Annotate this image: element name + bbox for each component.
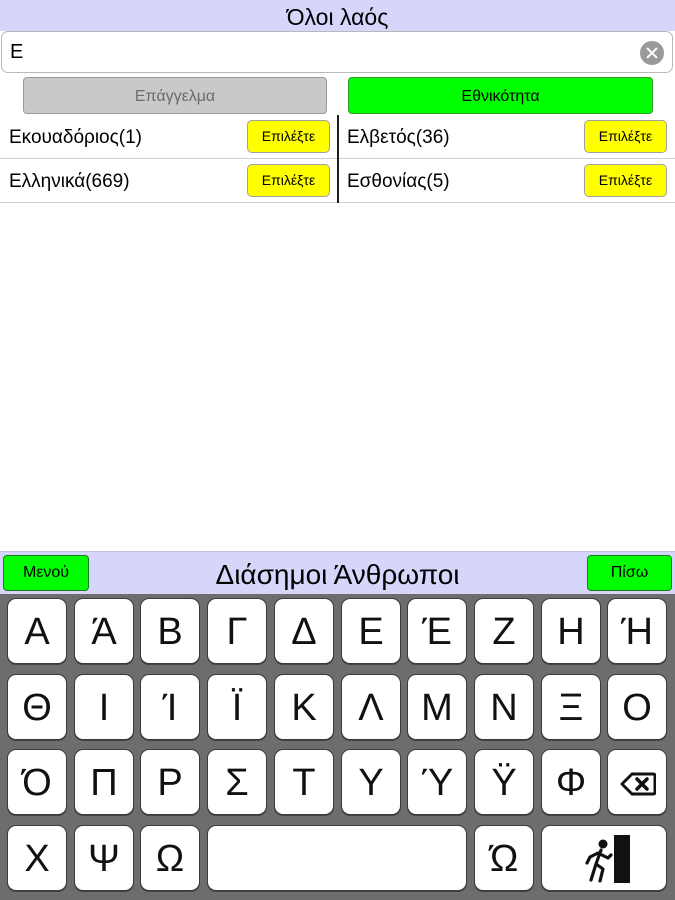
search-input[interactable] (10, 38, 630, 66)
key-letter[interactable]: Ξ (541, 674, 601, 740)
key-label: Τ (292, 762, 316, 804)
select-button[interactable]: Επιλέξτε (247, 164, 330, 197)
key-letter[interactable]: Θ (7, 674, 67, 740)
key-letter[interactable]: Μ (407, 674, 467, 740)
key-label: Ψ (88, 838, 120, 880)
key-letter[interactable]: Ί (140, 674, 200, 740)
select-button[interactable]: Επιλέξτε (584, 120, 667, 153)
keyboard: ΑΆΒ Γ ΔΕΈΖΗΉ Θ Ι Ί Ϊ ΚΛΜΝΞΟ ΌΠΡΣ ΤΥΎΫΦ ΧΨΩ Ώ (0, 594, 675, 900)
space-key[interactable] (207, 825, 467, 891)
key-letter[interactable]: Χ (7, 825, 67, 891)
key-letter[interactable]: Ϊ (207, 674, 267, 740)
clear-icon[interactable] (640, 41, 664, 65)
search-field[interactable] (1, 31, 673, 73)
list-item: Ελβετός(36) Επιλέξτε (338, 115, 675, 159)
key-label: Β (157, 611, 183, 653)
list-item-label: Ελληνικά(669) (9, 171, 130, 192)
backspace-key[interactable] (607, 749, 667, 815)
back-button[interactable]: Πίσω (587, 555, 672, 591)
key-letter[interactable]: Β (140, 598, 200, 664)
key-label: Ξ (558, 687, 584, 729)
exit-key[interactable] (541, 825, 667, 891)
key-label: Υ (358, 762, 384, 804)
key-letter[interactable]: Ε (341, 598, 401, 664)
key-label: Λ (358, 687, 384, 729)
key-label: Ή (621, 611, 653, 653)
key-label: Έ (422, 611, 452, 653)
key-letter[interactable]: Γ (207, 598, 267, 664)
results-grid: Εκουαδόριος(1) Επιλέξτε Ελβετός(36) Επιλ… (0, 115, 675, 203)
key-label: Ε (358, 611, 384, 653)
key-label: Π (90, 762, 118, 804)
key-letter[interactable]: Α (7, 598, 67, 664)
key-label: Ϊ (231, 687, 243, 729)
key-letter[interactable]: Σ (207, 749, 267, 815)
key-letter[interactable]: Ό (7, 749, 67, 815)
tab-nationality[interactable]: Εθνικότητα (348, 77, 653, 114)
key-letter[interactable]: Ώ (474, 825, 534, 891)
key-letter[interactable]: Ν (474, 674, 534, 740)
key-letter[interactable]: Ά (74, 598, 134, 664)
list-item-label: Εκουαδόριος(1) (9, 127, 142, 148)
key-label: Μ (421, 687, 453, 729)
key-letter[interactable]: Η (541, 598, 601, 664)
key-label: Ά (91, 611, 117, 653)
key-letter[interactable]: Τ (274, 749, 334, 815)
list-item: Ελληνικά(669) Επιλέξτε (0, 159, 337, 203)
key-letter[interactable]: Δ (274, 598, 334, 664)
key-letter[interactable]: Ζ (474, 598, 534, 664)
key-letter[interactable]: Κ (274, 674, 334, 740)
key-letter[interactable]: Υ (341, 749, 401, 815)
key-label: Γ (226, 611, 248, 653)
backspace-icon (620, 772, 656, 796)
list-item: Εκουαδόριος(1) Επιλέξτε (0, 115, 337, 159)
key-label: Ϋ (491, 762, 517, 804)
key-label: Ν (490, 687, 518, 729)
key-label: Κ (291, 687, 317, 729)
key-label: Χ (24, 838, 50, 880)
key-letter[interactable]: Ή (607, 598, 667, 664)
bottom-bar: Διάσημοι Άνθρωποι Μενού Πίσω (0, 551, 675, 594)
key-letter[interactable]: Π (74, 749, 134, 815)
list-item: Εσθονίας(5) Επιλέξτε (338, 159, 675, 203)
key-label: Ο (622, 687, 652, 729)
key-letter[interactable]: Έ (407, 598, 467, 664)
key-letter[interactable]: Ψ (74, 825, 134, 891)
key-label: Ρ (157, 762, 183, 804)
key-letter[interactable]: Φ (541, 749, 601, 815)
key-letter[interactable]: Ύ (407, 749, 467, 815)
select-button[interactable]: Επιλέξτε (584, 164, 667, 197)
key-letter[interactable]: Ρ (140, 749, 200, 815)
menu-button[interactable]: Μενού (3, 555, 89, 591)
key-label: Ώ (489, 838, 519, 880)
key-letter[interactable]: Ο (607, 674, 667, 740)
key-letter[interactable]: Ι (74, 674, 134, 740)
key-label: Φ (555, 762, 587, 804)
key-label: Η (557, 611, 585, 653)
key-label: Ί (162, 687, 178, 729)
list-item-label: Ελβετός(36) (347, 127, 450, 148)
key-label: Ό (22, 762, 52, 804)
select-button[interactable]: Επιλέξτε (247, 120, 330, 153)
key-label: Α (24, 611, 50, 653)
key-label: Ι (98, 687, 110, 729)
key-label: Θ (22, 687, 52, 729)
tab-profession[interactable]: Επάγγελμα (23, 77, 327, 114)
app-title: Διάσημοι Άνθρωποι (215, 559, 460, 590)
key-letter[interactable]: Ω (140, 825, 200, 891)
key-label: Ύ (420, 762, 454, 804)
list-item-label: Εσθονίας(5) (347, 171, 450, 192)
key-letter[interactable]: Ϋ (474, 749, 534, 815)
key-label: Δ (291, 611, 317, 653)
key-label: Ω (155, 838, 185, 880)
page-title: Όλοι λαός (0, 0, 675, 31)
exit-icon (585, 835, 630, 883)
key-label: Σ (225, 762, 249, 804)
key-letter[interactable]: Λ (341, 674, 401, 740)
key-label: Ζ (492, 611, 516, 653)
